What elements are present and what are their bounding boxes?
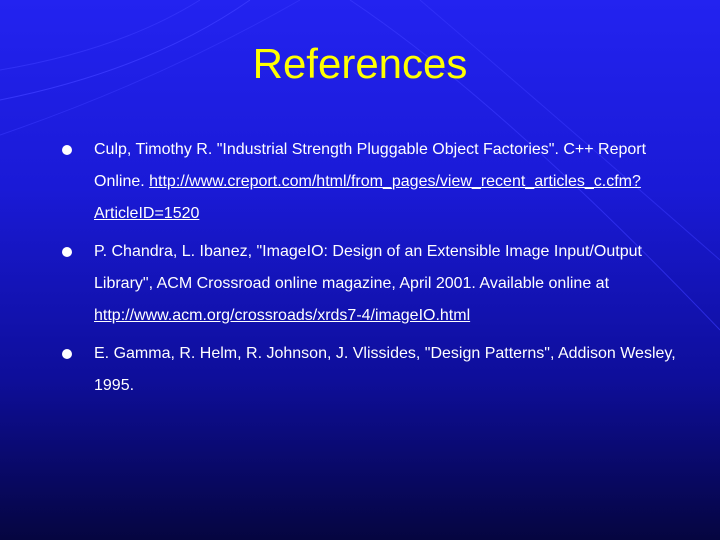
reference-item: Culp, Timothy R. "Industrial Strength Pl…	[58, 134, 698, 230]
reference-item: P. Chandra, L. Ibanez, "ImageIO: Design …	[58, 236, 698, 332]
bullet-icon	[62, 247, 72, 257]
reference-link[interactable]: http://www.acm.org/crossroads/xrds7-4/im…	[94, 307, 470, 324]
reference-text: P. Chandra, L. Ibanez, "ImageIO: Design …	[94, 243, 642, 292]
reference-item: E. Gamma, R. Helm, R. Johnson, J. Vlissi…	[58, 338, 698, 402]
reference-link[interactable]: http://www.creport.com/html/from_pages/v…	[94, 173, 641, 222]
reference-text: E. Gamma, R. Helm, R. Johnson, J. Vlissi…	[94, 345, 676, 394]
slide: References Culp, Timothy R. "Industrial …	[0, 0, 720, 540]
bullet-icon	[62, 145, 72, 155]
reference-list: Culp, Timothy R. "Industrial Strength Pl…	[58, 134, 698, 408]
slide-title: References	[252, 40, 468, 87]
bullet-icon	[62, 349, 72, 359]
